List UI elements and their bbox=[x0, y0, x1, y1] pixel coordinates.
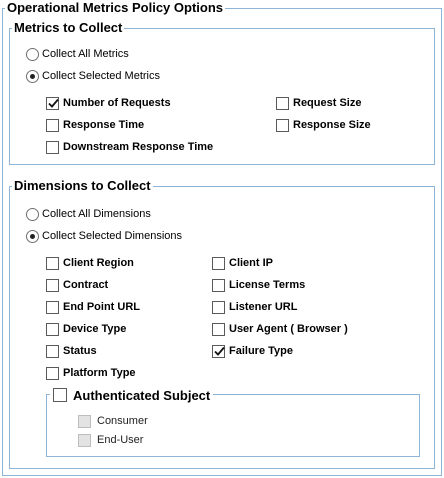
checkbox-label: Failure Type bbox=[229, 345, 293, 357]
radio-collect-all-metrics[interactable]: Collect All Metrics bbox=[26, 46, 129, 62]
checkbox-label: Listener URL bbox=[229, 301, 298, 313]
checkbox[interactable] bbox=[46, 344, 59, 358]
checkbox-platform-type[interactable]: Platform Type bbox=[46, 365, 136, 381]
radio-selected-dot bbox=[30, 233, 35, 239]
checkbox-label: End-User bbox=[97, 434, 144, 446]
checkbox[interactable] bbox=[212, 278, 225, 292]
checkbox-label: Client Region bbox=[63, 257, 134, 269]
checkbox[interactable] bbox=[46, 96, 59, 110]
checkbox-end-point-url[interactable]: End Point URL bbox=[46, 299, 140, 315]
checkbox[interactable] bbox=[78, 414, 91, 428]
checkbox-failure-type[interactable]: Failure Type bbox=[212, 343, 293, 359]
checkmark-icon bbox=[48, 98, 59, 108]
checkbox-response-size[interactable]: Response Size bbox=[276, 117, 371, 133]
checkbox-label: Response Time bbox=[63, 119, 145, 131]
checkbox-number-of-requests[interactable]: Number of Requests bbox=[46, 95, 171, 111]
radio-label: Collect All Dimensions bbox=[42, 208, 151, 220]
checkbox[interactable] bbox=[276, 96, 289, 110]
checkbox[interactable] bbox=[46, 118, 59, 132]
radio-collect-selected-dimensions[interactable]: Collect Selected Dimensions bbox=[26, 228, 182, 244]
checkbox-status[interactable]: Status bbox=[46, 343, 97, 359]
checkbox[interactable] bbox=[212, 322, 225, 336]
checkbox-downstream-response-time[interactable]: Downstream Response Time bbox=[46, 139, 213, 155]
checkbox-consumer[interactable]: Consumer bbox=[78, 413, 148, 429]
checkbox[interactable] bbox=[46, 140, 59, 154]
panel-title: Operational Metrics Policy Options bbox=[5, 0, 225, 16]
checkbox[interactable] bbox=[276, 118, 289, 132]
checkbox[interactable] bbox=[212, 300, 225, 314]
checkbox-label: Client IP bbox=[229, 257, 274, 269]
checkbox[interactable] bbox=[46, 278, 59, 292]
checkbox-response-time[interactable]: Response Time bbox=[46, 117, 144, 133]
checkbox-end-user[interactable]: End-User bbox=[78, 432, 143, 448]
radio-selected-dot bbox=[30, 73, 35, 79]
checkbox-license-terms[interactable]: License Terms bbox=[212, 277, 305, 293]
checkbox-label: Status bbox=[63, 345, 97, 357]
radio-button[interactable] bbox=[26, 207, 39, 221]
checkbox-label: Number of Requests bbox=[63, 97, 171, 109]
checkbox-label: Consumer bbox=[97, 415, 148, 427]
checkbox-label: Response Size bbox=[293, 119, 371, 131]
radio-label: Collect Selected Metrics bbox=[42, 70, 160, 82]
checkbox-client-ip[interactable]: Client IP bbox=[212, 255, 273, 271]
checkbox[interactable] bbox=[46, 300, 59, 314]
checkbox-listener-url[interactable]: Listener URL bbox=[212, 299, 297, 315]
radio-collect-selected-metrics[interactable]: Collect Selected Metrics bbox=[26, 68, 160, 84]
checkbox[interactable] bbox=[212, 344, 225, 358]
checkbox-device-type[interactable]: Device Type bbox=[46, 321, 126, 337]
checkbox[interactable] bbox=[78, 433, 91, 447]
checkbox-label: Downstream Response Time bbox=[63, 141, 214, 153]
radio-label: Collect Selected Dimensions bbox=[42, 230, 183, 242]
radio-button[interactable] bbox=[26, 47, 39, 61]
checkbox-label: Platform Type bbox=[63, 367, 136, 379]
checkbox-user-agent[interactable]: User Agent ( Browser ) bbox=[212, 321, 348, 337]
checkbox[interactable] bbox=[46, 322, 59, 336]
checkbox-label: License Terms bbox=[229, 279, 306, 291]
radio-collect-all-dimensions[interactable]: Collect All Dimensions bbox=[26, 206, 151, 222]
checkbox-label: End Point URL bbox=[63, 301, 140, 313]
checkbox-client-region[interactable]: Client Region bbox=[46, 255, 134, 271]
metrics-legend: Metrics to Collect bbox=[12, 20, 125, 36]
radio-label: Collect All Metrics bbox=[42, 48, 129, 60]
checkbox[interactable] bbox=[46, 366, 59, 380]
radio-button[interactable] bbox=[26, 69, 39, 83]
checkbox-contract[interactable]: Contract bbox=[46, 277, 108, 293]
checkbox-label: Authenticated Subject bbox=[73, 387, 211, 403]
checkbox[interactable] bbox=[212, 256, 225, 270]
checkbox[interactable] bbox=[53, 388, 67, 402]
checkbox-label: Contract bbox=[63, 279, 109, 291]
radio-button[interactable] bbox=[26, 229, 39, 243]
checkbox-request-size[interactable]: Request Size bbox=[276, 95, 361, 111]
dimensions-legend: Dimensions to Collect bbox=[12, 178, 153, 194]
checkbox-authenticated-subject[interactable]: Authenticated Subject bbox=[50, 386, 214, 404]
checkbox-label: Request Size bbox=[293, 97, 362, 109]
checkmark-icon bbox=[214, 346, 225, 356]
checkbox-label: User Agent ( Browser ) bbox=[229, 323, 348, 335]
checkbox-label: Device Type bbox=[63, 323, 127, 335]
checkbox[interactable] bbox=[46, 256, 59, 270]
